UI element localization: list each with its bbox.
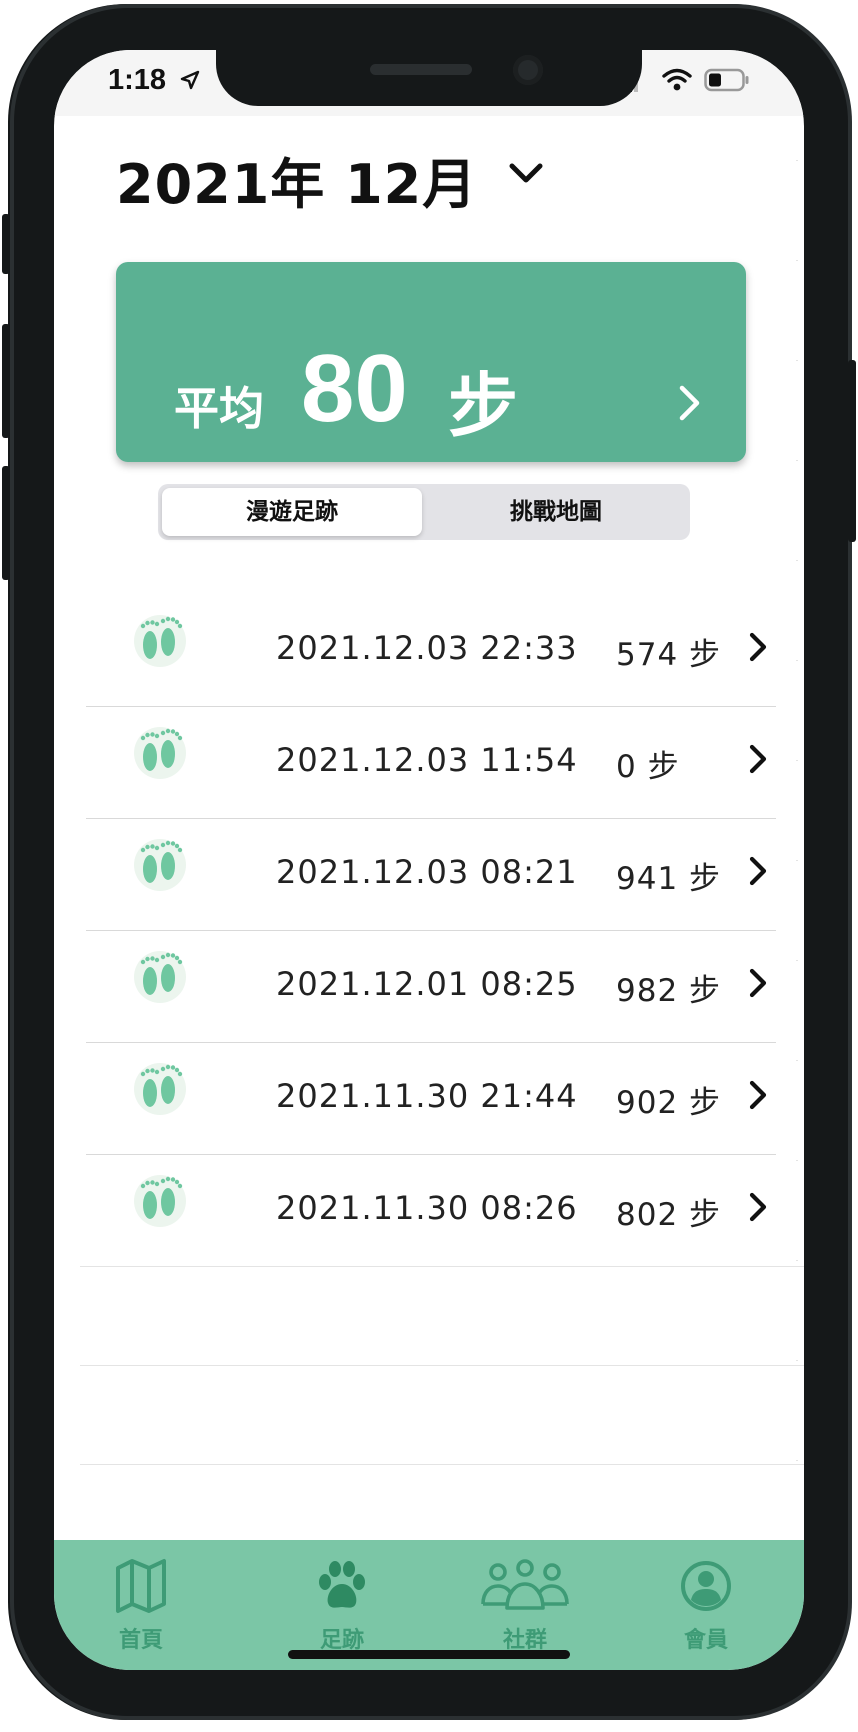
footprint-icon (134, 615, 186, 667)
record-datetime: 2021.12.03 22:33 (276, 629, 578, 667)
volume-down-button (2, 466, 10, 580)
chevron-right-icon (749, 744, 767, 774)
chevron-right-icon (749, 632, 767, 662)
list-item[interactable]: 2021.12.03 11:54 0 步 (86, 707, 804, 819)
status-time: 1:18 (108, 64, 167, 96)
average-unit: 步 (448, 365, 518, 447)
footprint-icon (134, 839, 186, 891)
power-button (848, 360, 856, 542)
chevron-down-icon[interactable] (508, 162, 544, 186)
record-steps: 982 步 (616, 973, 722, 1009)
empty-row-divider (80, 1365, 804, 1366)
average-value: 80 (301, 335, 408, 442)
chevron-right-icon (749, 1080, 767, 1110)
paw-icon (319, 1561, 365, 1608)
empty-row-divider (80, 1266, 804, 1267)
record-steps: 802 步 (616, 1197, 722, 1233)
list-item[interactable]: 2021.11.30 08:26 802 步 (86, 1155, 804, 1267)
chevron-right-icon (749, 856, 767, 886)
empty-row-divider (80, 1464, 804, 1465)
record-steps: 0 步 (616, 749, 680, 785)
tab-home-label: 首頁 (118, 1628, 163, 1653)
list-item[interactable]: 2021.12.03 22:33 574 步 (86, 595, 804, 707)
volume-up-button (2, 324, 10, 438)
record-steps: 574 步 (616, 637, 722, 673)
footprint-icon (134, 951, 186, 1003)
front-camera (513, 55, 543, 85)
record-datetime: 2021.11.30 21:44 (276, 1077, 578, 1115)
record-datetime: 2021.12.01 08:25 (276, 965, 578, 1003)
speaker-grille (370, 64, 472, 75)
status-bar: 1:18 (54, 50, 804, 116)
list-item[interactable]: 2021.12.03 08:21 941 步 (86, 819, 804, 931)
record-datetime: 2021.11.30 08:26 (276, 1189, 578, 1227)
notch (216, 50, 642, 106)
wifi-icon (662, 68, 692, 91)
tab-member-label: 會員 (683, 1628, 728, 1653)
average-steps-card[interactable]: 平均 80 步 (116, 262, 746, 462)
footprint-icon (134, 1175, 186, 1227)
list-item[interactable]: 2021.11.30 21:44 902 步 (86, 1043, 804, 1155)
tab-member[interactable]: 會員 (631, 1540, 781, 1670)
list-item[interactable]: 2021.12.01 08:25 982 步 (86, 931, 804, 1043)
segment-footprints[interactable]: 漫遊足跡 (162, 488, 422, 536)
segment-challenge-map[interactable]: 挑戰地圖 (426, 488, 686, 536)
footprint-icon (134, 727, 186, 779)
chevron-right-icon (749, 1192, 767, 1222)
record-steps: 902 步 (616, 1085, 722, 1121)
tab-home[interactable]: 首頁 (66, 1540, 216, 1670)
average-label: 平均 (174, 382, 265, 435)
month-title[interactable]: 2021年 12月 (116, 140, 477, 219)
record-steps: 941 步 (616, 861, 722, 897)
chevron-right-icon (679, 385, 700, 421)
battery-icon (704, 68, 749, 92)
record-datetime: 2021.12.03 08:21 (276, 853, 578, 891)
mute-switch (2, 214, 10, 274)
home-indicator[interactable] (288, 1650, 570, 1659)
group-icon (481, 1559, 569, 1610)
profile-icon (681, 1561, 731, 1611)
footprint-icon (134, 1063, 186, 1115)
view-segmented-control: 漫遊足跡 挑戰地圖 (158, 484, 690, 540)
location-arrow-icon (180, 70, 200, 90)
app-screen: 1:18 2021年 12月 平均 80 步 漫遊足跡 挑戰地圖 2021.12… (54, 50, 804, 1670)
record-datetime: 2021.12.03 11:54 (276, 741, 578, 779)
map-icon (116, 1559, 166, 1613)
chevron-right-icon (749, 968, 767, 998)
